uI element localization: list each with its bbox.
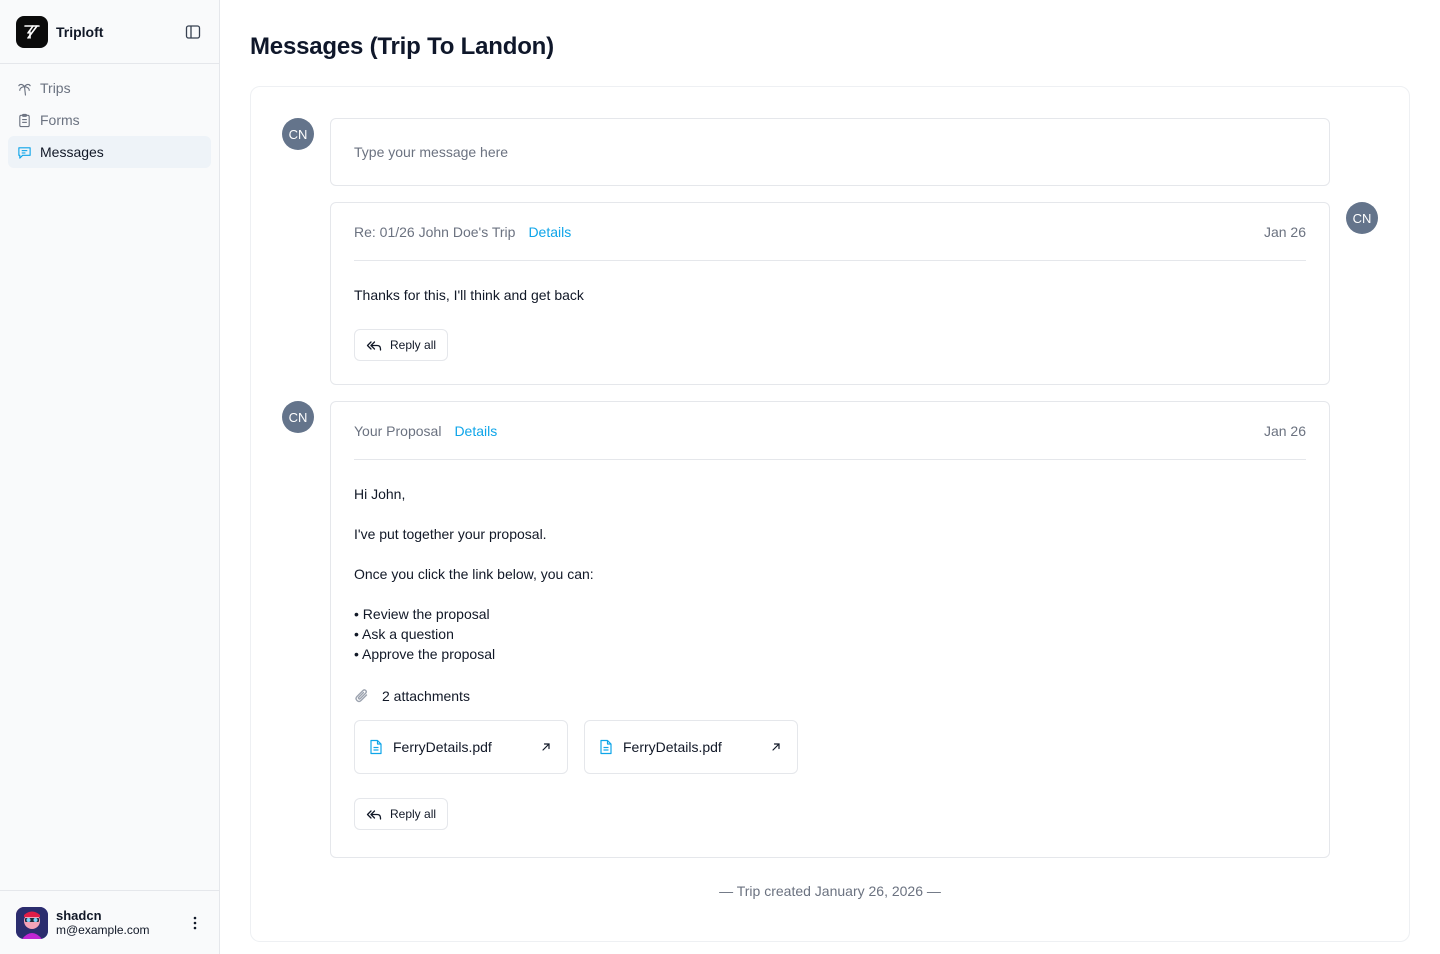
message-date: Jan 26: [1263, 422, 1306, 439]
body-line: • Ask a question: [354, 626, 454, 642]
external-link-icon[interactable]: [541, 741, 553, 753]
sidebar-toggle-icon[interactable]: [183, 22, 203, 42]
message-avatar: CN: [282, 401, 314, 433]
attachment-file[interactable]: FerryDetails.pdf: [354, 720, 568, 774]
app-name: Triploft: [56, 23, 104, 40]
message-header: Re: 01/26 John Doe's Trip Details Jan 26: [354, 203, 1306, 261]
message-icon: [16, 144, 32, 160]
message-subject: Your Proposal: [354, 422, 442, 439]
attachment-file[interactable]: FerryDetails.pdf: [584, 720, 798, 774]
attachments-summary: 2 attachments: [354, 688, 1306, 704]
page-title: Messages (Trip To Landon): [250, 33, 554, 60]
message-avatar: CN: [1346, 202, 1378, 234]
avatar: [16, 906, 48, 939]
file-icon: [369, 739, 385, 755]
file-icon: [599, 739, 615, 755]
body-line: • Review the proposal: [354, 606, 490, 622]
message-header: Your Proposal Details Jan 26: [354, 402, 1306, 460]
message-card: Your Proposal Details Jan 26 Hi John, I'…: [330, 401, 1330, 858]
user-menu[interactable]: shadcn m@example.com: [0, 890, 219, 954]
reply-all-button[interactable]: Reply all: [354, 798, 449, 830]
external-link-icon[interactable]: [771, 741, 783, 753]
sidebar-item-trips[interactable]: Trips: [8, 72, 211, 104]
more-vertical-icon[interactable]: [187, 913, 203, 933]
message-input[interactable]: [354, 144, 1306, 160]
sidebar-item-forms[interactable]: Forms: [8, 104, 211, 136]
message-body: Thanks for this, I'll think and get back: [354, 287, 584, 303]
message-card: Re: 01/26 John Doe's Trip Details Jan 26…: [330, 202, 1330, 385]
message-body: Hi John, I've put together your proposal…: [354, 484, 1306, 664]
reply-all-label: Reply all: [390, 807, 437, 821]
body-line: I've put together your proposal.: [354, 526, 547, 542]
user-email: m@example.com: [56, 922, 150, 937]
body-line: • Approve the proposal: [354, 646, 496, 662]
reply-all-button[interactable]: Reply all: [354, 329, 449, 361]
attachment-name: FerryDetails.pdf: [623, 739, 722, 755]
brand-header: Triploft: [0, 0, 219, 64]
sidebar-nav: Trips Forms Messages: [0, 64, 219, 176]
details-link[interactable]: Details: [454, 423, 497, 439]
clipboard-icon: [16, 112, 32, 128]
body-line: Hi John,: [354, 486, 406, 502]
user-name: shadcn: [56, 907, 102, 923]
paperclip-icon: [354, 688, 370, 704]
main-content: Messages (Trip To Landon) CN Re: 01/26 J…: [220, 0, 1440, 954]
palm-tree-icon: [16, 80, 32, 96]
attachments-count: 2 attachments: [382, 688, 470, 704]
sidebar-item-label: Trips: [40, 80, 71, 96]
details-link[interactable]: Details: [528, 224, 571, 240]
sidebar: Triploft Trips Forms Messages shadcn m@e…: [0, 0, 220, 954]
app-logo-icon[interactable]: [16, 15, 48, 48]
composer-avatar: CN: [282, 118, 314, 150]
reply-all-icon: [366, 337, 382, 353]
attachments-list: FerryDetails.pdf FerryDetails.pdf: [354, 720, 1306, 774]
body-line: Once you click the link below, you can:: [354, 566, 594, 582]
reply-all-label: Reply all: [390, 338, 437, 352]
reply-all-icon: [366, 806, 382, 822]
trip-created-note: — Trip created January 26, 2026 —: [719, 883, 941, 899]
sidebar-item-messages[interactable]: Messages: [8, 136, 211, 168]
message-date: Jan 26: [1263, 223, 1306, 240]
attachment-name: FerryDetails.pdf: [393, 739, 492, 755]
message-subject: Re: 01/26 John Doe's Trip: [354, 223, 516, 240]
message-composer[interactable]: [330, 118, 1330, 186]
sidebar-item-label: Forms: [40, 112, 80, 128]
user-info: shadcn m@example.com: [56, 908, 187, 938]
sidebar-item-label: Messages: [40, 144, 104, 160]
